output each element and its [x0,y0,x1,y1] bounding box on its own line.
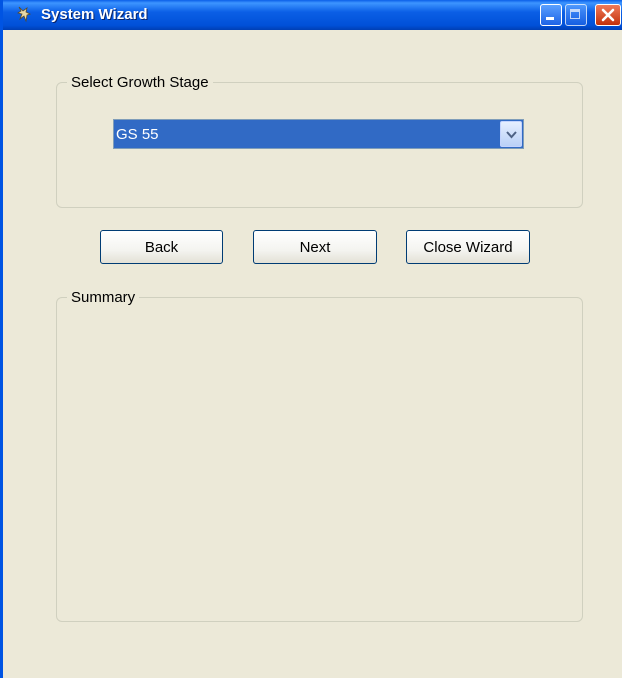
minimize-button[interactable] [540,4,562,26]
growth-stage-selected-value: GS 55 [116,126,159,143]
summary-legend: Summary [71,289,136,306]
back-button[interactable]: Back [100,230,223,264]
wizard-window: System Wizard Select Growth Stage GS 55 … [0,0,622,678]
next-button[interactable]: Next [253,230,377,264]
close-wizard-button[interactable]: Close Wizard [406,230,530,264]
close-icon [601,8,615,22]
growth-stage-select[interactable]: GS 55 [113,119,524,149]
dropdown-button[interactable] [500,121,522,147]
maximize-icon [570,9,580,19]
minimize-icon [546,17,554,20]
title-bar[interactable]: System Wizard [3,0,622,30]
wizard-app-icon[interactable] [13,5,33,25]
growth-stage-legend: Select Growth Stage [71,74,209,91]
window-title: System Wizard [41,6,148,23]
chevron-down-icon [506,131,517,139]
summary-group: Summary [56,289,583,622]
maximize-button[interactable] [565,4,587,26]
close-window-button[interactable] [595,4,621,26]
